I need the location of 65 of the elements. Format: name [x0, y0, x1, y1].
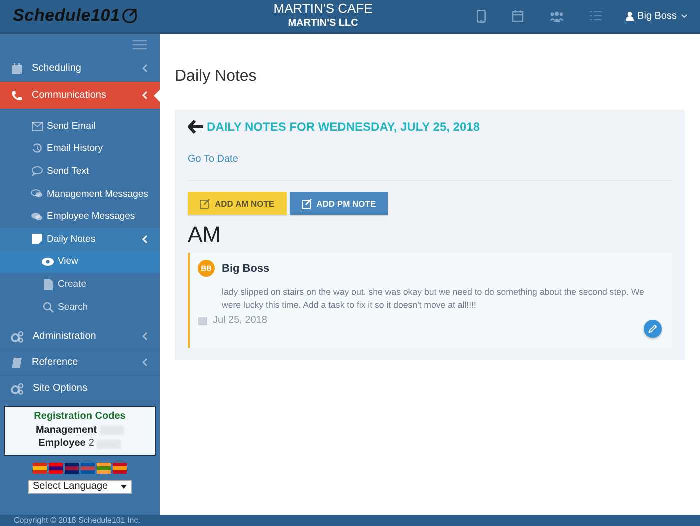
envelope-icon	[32, 122, 42, 131]
edit-icon	[200, 198, 210, 208]
file-icon	[44, 278, 52, 290]
flag-icon[interactable]	[97, 462, 111, 474]
panel-heading: DAILY NOTES FOR WEDNESDAY, JULY 25, 2018	[207, 120, 480, 134]
flag-icon[interactable]	[49, 462, 63, 474]
add-note-button[interactable]: ADD AM NOTE	[188, 192, 287, 215]
list-icon[interactable]	[590, 11, 602, 21]
page-title: Daily Notes	[175, 68, 258, 87]
search-icon	[42, 302, 54, 313]
sidebar-item[interactable]: Administration	[0, 324, 160, 350]
speech-bubbles-icon	[31, 212, 43, 222]
sidebar-subitem[interactable]: Employee Messages	[0, 205, 160, 228]
chevron-icon	[142, 358, 148, 368]
note-icon	[32, 234, 42, 244]
back-arrow-icon[interactable]	[188, 120, 204, 134]
sidebar-subitem[interactable]: Management Messages	[0, 182, 160, 206]
menu-icon[interactable]	[133, 40, 147, 50]
tablet-icon[interactable]	[476, 10, 486, 22]
brand-logo[interactable]: Schedule101	[0, 6, 160, 26]
caret-icon	[681, 14, 688, 18]
history-icon	[32, 143, 42, 154]
flag-icon[interactable]	[65, 462, 79, 474]
sidebar-subitem[interactable]: Send Email	[0, 115, 160, 138]
gears-icon	[11, 330, 24, 343]
sidebar-subitem[interactable]: Email History	[0, 138, 160, 160]
registration-title: Registration Codes	[34, 410, 126, 424]
note-date: Jul 25, 2018	[213, 315, 268, 326]
sidebar-subitem[interactable]: Create	[0, 273, 160, 296]
sidebar-item[interactable]: Reference	[0, 350, 160, 376]
language-select[interactable]: Select Language	[28, 480, 132, 494]
sidebar-subitem[interactable]: Search	[0, 296, 160, 318]
note-author: Big Boss	[222, 262, 270, 274]
phone-icon	[11, 90, 23, 102]
users-icon[interactable]	[550, 10, 564, 22]
edit-button[interactable]	[644, 320, 662, 338]
code-label: Employee	[38, 437, 86, 451]
user-menu[interactable]: Big Boss	[626, 10, 688, 22]
company-title: MARTIN'S CAFE	[274, 2, 373, 16]
sidebar-subitem[interactable]: Daily Notes	[0, 228, 160, 251]
sidebar-item[interactable]: Communications	[0, 82, 160, 110]
sidebar-subitem[interactable]: Send Text	[0, 160, 160, 183]
company-subtitle: MARTIN'S LLC	[288, 16, 358, 30]
copyright-text: Copyright © 2018 Schedule101 Inc.	[14, 516, 140, 525]
add-note-button[interactable]: ADD PM NOTE	[290, 192, 388, 215]
chevron-icon	[142, 332, 148, 342]
chevron-icon	[142, 64, 148, 73]
go-to-date-link[interactable]: Go To Date	[188, 154, 238, 165]
note-text: lady slipped on stairs on the way out. she was okay but we need to do something about the second step. We were lucky this time. Add a task to fix it so it doesn't move at all!!!!	[222, 286, 646, 312]
pencil-icon	[648, 324, 658, 334]
edit-icon	[302, 198, 312, 208]
sidebar-subitem[interactable]: View	[0, 250, 160, 274]
gears-icon	[11, 382, 24, 395]
user-icon	[626, 12, 634, 20]
section-heading: AM	[188, 222, 222, 248]
code-value: 2	[88, 437, 94, 451]
speech-bubbles-icon	[31, 189, 43, 200]
flag-icon[interactable]	[113, 462, 127, 474]
chevron-icon	[142, 91, 148, 100]
chevron-icon	[142, 234, 148, 244]
caret-icon	[121, 484, 127, 489]
eye-icon	[42, 258, 54, 266]
code-label: Management	[36, 424, 98, 438]
speech-bubble-icon	[32, 166, 42, 176]
flag-icon[interactable]	[33, 462, 47, 474]
